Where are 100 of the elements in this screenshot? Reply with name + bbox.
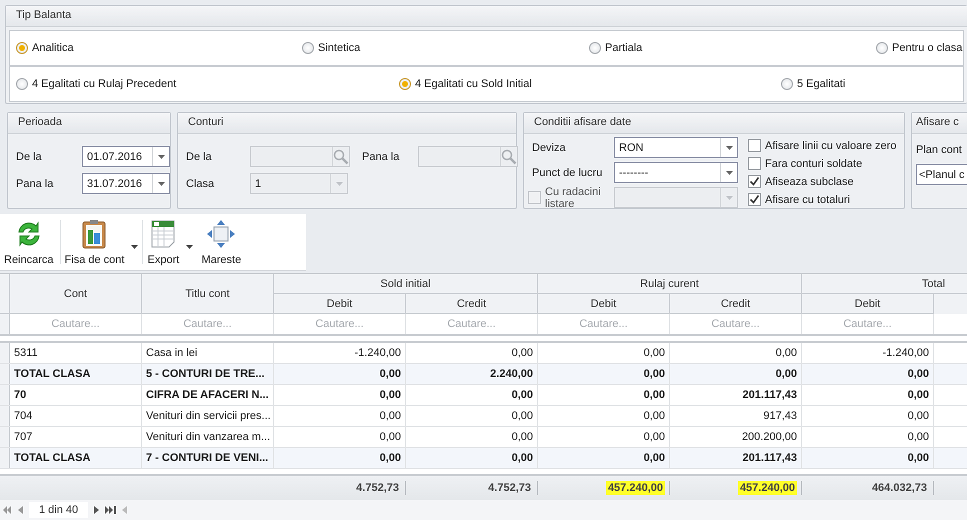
table-row[interactable]: TOTAL CLASA 5 - CONTURI DE TRE... 0,00 2.240,00 0,00 0,00 0,00 [0, 364, 967, 385]
location-dropdown[interactable]: -------- [614, 162, 738, 183]
caret-icon [726, 146, 732, 150]
checkbox[interactable] [748, 139, 761, 152]
previous-page-icon[interactable] [18, 506, 23, 514]
checkbox[interactable] [748, 175, 761, 188]
table-cell: 0,00 [538, 364, 670, 384]
radio-label[interactable]: Sintetica [318, 42, 360, 54]
table-cell: 5 - CONTURI DE TRE... [142, 364, 274, 384]
radio-button[interactable] [302, 42, 314, 54]
table-cell: Casa in lei [142, 343, 274, 363]
checkbox-label[interactable]: Afisare cu totaluri [765, 194, 850, 206]
expand-icon [205, 218, 238, 250]
table-cell: 0,00 [670, 343, 802, 363]
radio-label[interactable]: 4 Egalitati cu Rulaj Precedent [32, 78, 176, 90]
table-cell: 5311 [10, 343, 142, 363]
next-page-icon[interactable] [94, 506, 100, 514]
caret-icon [158, 182, 164, 186]
first-page-icon[interactable] [2, 506, 12, 514]
table-cell: 0,00 [406, 427, 538, 447]
table-cell: 0,00 [274, 427, 406, 447]
radio-label[interactable]: Analitica [32, 42, 74, 54]
radio-button[interactable] [16, 42, 28, 54]
field-label: Pana la [16, 178, 54, 190]
row-indicator [0, 385, 10, 405]
table-cell: 0,00 [802, 364, 934, 384]
field-label: Pana la [361, 150, 400, 162]
summary-value: 464.032,73 [870, 481, 928, 495]
checkbox[interactable] [748, 193, 761, 206]
table-row[interactable]: 5311 Casa in lei -1.240,00 0,00 0,00 0,00 -1.240,00 [0, 343, 967, 364]
table-cell: Venituri din vanzarea m... [142, 427, 274, 447]
toolbar-button[interactable]: Reincarca [0, 214, 60, 270]
table-row[interactable]: 707 Venituri din vanzarea m... 0,00 0,00 0,00 200.200,00 0,00 [0, 427, 967, 448]
table-cell: -1.240,00 [802, 343, 934, 363]
field-label: Plan cont [916, 144, 962, 156]
table-row[interactable]: TOTAL CLASA 7 - CONTURI DE VENI... 0,00 0,00 0,00 201.117,43 0,00 [0, 448, 967, 469]
field-label: Punct de lucru [531, 166, 604, 178]
checkbox-label[interactable]: Afisare linii cu valoare zero [765, 140, 896, 152]
group-title: Conturi [178, 113, 516, 134]
radio-button[interactable] [16, 78, 28, 90]
table-cell: -1.240,00 [274, 343, 406, 363]
table-cell: 0,00 [406, 448, 538, 468]
radio-button[interactable] [876, 42, 888, 54]
checkbox-label[interactable]: Fara conturi soldate [765, 158, 862, 170]
dropdown-caret-icon [186, 245, 194, 249]
toolbar-button[interactable]: Mareste [197, 214, 248, 270]
checkbox[interactable] [748, 157, 761, 170]
table-cell: 0,00 [406, 385, 538, 405]
table-cell: 917,43 [670, 406, 802, 426]
group-title: Tip Balanta [6, 6, 967, 27]
table-cell: TOTAL CLASA [10, 448, 142, 468]
table-cell: TOTAL CLASA [10, 364, 142, 384]
row-indicator [0, 406, 10, 426]
table-cell: 0,00 [802, 406, 934, 426]
table-cell: 201.117,43 [670, 385, 802, 405]
table-cell: 0,00 [538, 427, 670, 447]
checkbox-label[interactable]: Afiseaza subclase [765, 176, 854, 188]
field-label: De la [16, 150, 43, 162]
caret-icon [158, 154, 164, 158]
toolbar-button[interactable]: Export [143, 214, 198, 270]
table-cell: 0,00 [538, 343, 670, 363]
dropdown-field[interactable]: <Planul c [916, 164, 967, 185]
scroll-left-icon[interactable] [122, 506, 128, 514]
table-cell: 707 [10, 427, 142, 447]
caret-icon [726, 170, 732, 174]
table-cell: 0,00 [802, 427, 934, 447]
table-cell: 0,00 [538, 406, 670, 426]
table-row[interactable]: 704 Venituri din servicii pres... 0,00 0,00 0,00 917,43 0,00 [0, 406, 967, 427]
column-group-header: Sold initial [274, 274, 538, 294]
table-cell: Venituri din servicii pres... [142, 406, 274, 426]
row-indicator [0, 427, 10, 447]
table-cell: 200.200,00 [670, 427, 802, 447]
radio-button[interactable] [589, 42, 601, 54]
table-row[interactable]: 70 CIFRA DE AFACERI N... 0,00 0,00 0,00 201.117,43 0,00 [0, 385, 967, 406]
summary-value: 457.240,00 [738, 481, 797, 495]
radio-label[interactable]: 4 Egalitati cu Sold Initial [415, 78, 532, 90]
radio-button[interactable] [781, 78, 793, 90]
caret-icon [336, 182, 342, 186]
table-cell: 0,00 [538, 448, 670, 468]
toolbar-button[interactable]: Fisa de cont [60, 214, 142, 270]
radio-label[interactable]: Pentru o clasa [892, 42, 962, 54]
last-page-icon[interactable] [105, 506, 116, 514]
table-cell: 0,00 [802, 385, 934, 405]
radio-button[interactable] [399, 78, 411, 90]
field-label: De la [186, 150, 213, 162]
table-cell: 0,00 [274, 406, 406, 426]
check-icon [749, 194, 760, 205]
currency-dropdown[interactable]: RON [614, 137, 738, 158]
table-cell: 0,00 [274, 448, 406, 468]
table-cell: 70 [10, 385, 142, 405]
radio-label[interactable]: Partiala [605, 42, 642, 54]
radio-label[interactable]: 5 Egalitati [797, 78, 846, 90]
summary-value: 457.240,00 [606, 481, 665, 495]
search-icon [501, 148, 517, 164]
group-title: Conditii afisare date [524, 113, 904, 134]
table-cell: 201.117,43 [670, 448, 802, 468]
table-cell: 2.240,00 [406, 364, 538, 384]
date-field[interactable]: 31.07.2016 [82, 173, 170, 194]
table-cell: 0,00 [802, 448, 934, 468]
date-field[interactable]: 01.07.2016 [82, 146, 170, 167]
